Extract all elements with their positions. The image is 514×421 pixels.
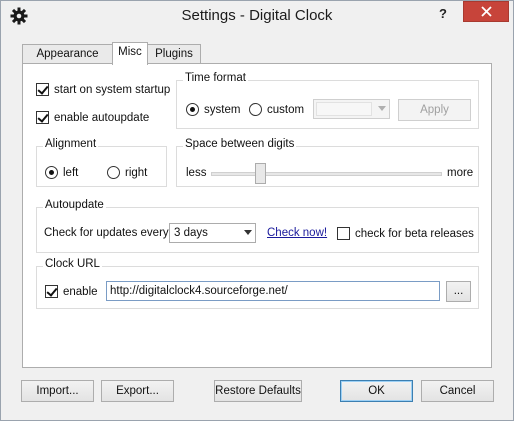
misc-tab-panel: start on system startup enable autoupdat… <box>22 63 492 368</box>
less-label: less <box>186 167 207 179</box>
space-between-digits-group: Space between digits less more <box>176 138 479 187</box>
chevron-down-icon <box>378 106 386 111</box>
tab-misc[interactable]: Misc <box>112 42 148 65</box>
beta-releases-option[interactable]: check for beta releases <box>337 227 474 240</box>
check-interval-label: Check for updates every <box>44 227 169 239</box>
space-between-digits-title: Space between digits <box>183 138 297 150</box>
custom-format-combo[interactable] <box>313 99 390 119</box>
browse-button[interactable]: ... <box>446 281 471 302</box>
clock-url-enable-option[interactable]: enable <box>45 285 98 298</box>
spacing-slider-thumb[interactable] <box>255 163 266 184</box>
clock-url-input[interactable]: http://digitalclock4.sourceforge.net/ <box>106 281 440 301</box>
update-interval-select[interactable]: 3 days <box>169 223 256 243</box>
tab-appearance[interactable]: Appearance <box>22 44 113 64</box>
tab-plugins[interactable]: Plugins <box>147 44 201 64</box>
custom-radio[interactable] <box>249 103 262 116</box>
title-bar: Settings - Digital Clock ? <box>1 1 513 32</box>
apply-button[interactable]: Apply <box>398 99 471 121</box>
restore-defaults-button[interactable]: Restore Defaults <box>214 380 302 402</box>
time-format-system-option[interactable]: system <box>186 103 240 116</box>
clock-url-enable-checkbox[interactable] <box>45 285 58 298</box>
update-interval-value: 3 days <box>174 227 208 239</box>
export-button[interactable]: Export... <box>101 380 174 402</box>
help-button[interactable]: ? <box>428 1 458 26</box>
beta-releases-label: check for beta releases <box>355 227 474 240</box>
time-format-custom-option[interactable]: custom <box>249 103 304 116</box>
alignment-group: Alignment left right <box>36 138 167 187</box>
enable-autoupdate-checkbox[interactable] <box>36 111 49 124</box>
clock-url-enable-label: enable <box>63 285 98 298</box>
spacing-slider-track[interactable] <box>211 172 442 176</box>
start-on-startup-option[interactable]: start on system startup <box>36 83 170 96</box>
custom-label: custom <box>267 103 305 116</box>
system-radio[interactable] <box>186 103 199 116</box>
beta-releases-checkbox[interactable] <box>337 227 350 240</box>
enable-autoupdate-label: enable autoupdate <box>54 111 150 124</box>
cancel-button[interactable]: Cancel <box>421 380 494 402</box>
left-label: left <box>63 166 79 179</box>
autoupdate-title: Autoupdate <box>43 199 106 211</box>
more-label: more <box>447 167 474 179</box>
alignment-left-option[interactable]: left <box>45 166 78 179</box>
time-format-title: Time format <box>183 72 248 84</box>
clock-url-title: Clock URL <box>43 258 102 270</box>
time-format-group: Time format system custom Apply <box>176 72 479 129</box>
custom-format-field <box>316 102 372 116</box>
start-on-startup-label: start on system startup <box>54 83 171 96</box>
enable-autoupdate-option[interactable]: enable autoupdate <box>36 111 149 124</box>
close-icon <box>480 6 492 17</box>
autoupdate-group: Autoupdate Check for updates every 3 day… <box>36 199 479 253</box>
check-now-link[interactable]: Check now! <box>267 227 327 239</box>
ok-button[interactable]: OK <box>340 380 413 402</box>
chevron-down-icon <box>244 230 252 235</box>
system-label: system <box>204 103 241 116</box>
start-on-startup-checkbox[interactable] <box>36 83 49 96</box>
left-radio[interactable] <box>45 166 58 179</box>
alignment-title: Alignment <box>43 138 99 150</box>
settings-window: Settings - Digital Clock ? Appearance Mi… <box>0 0 514 421</box>
right-radio[interactable] <box>107 166 120 179</box>
import-button[interactable]: Import... <box>21 380 94 402</box>
right-label: right <box>125 166 148 179</box>
alignment-right-option[interactable]: right <box>107 166 147 179</box>
close-button[interactable] <box>463 1 509 22</box>
clock-url-group: Clock URL enable http://digitalclock4.so… <box>36 258 479 309</box>
